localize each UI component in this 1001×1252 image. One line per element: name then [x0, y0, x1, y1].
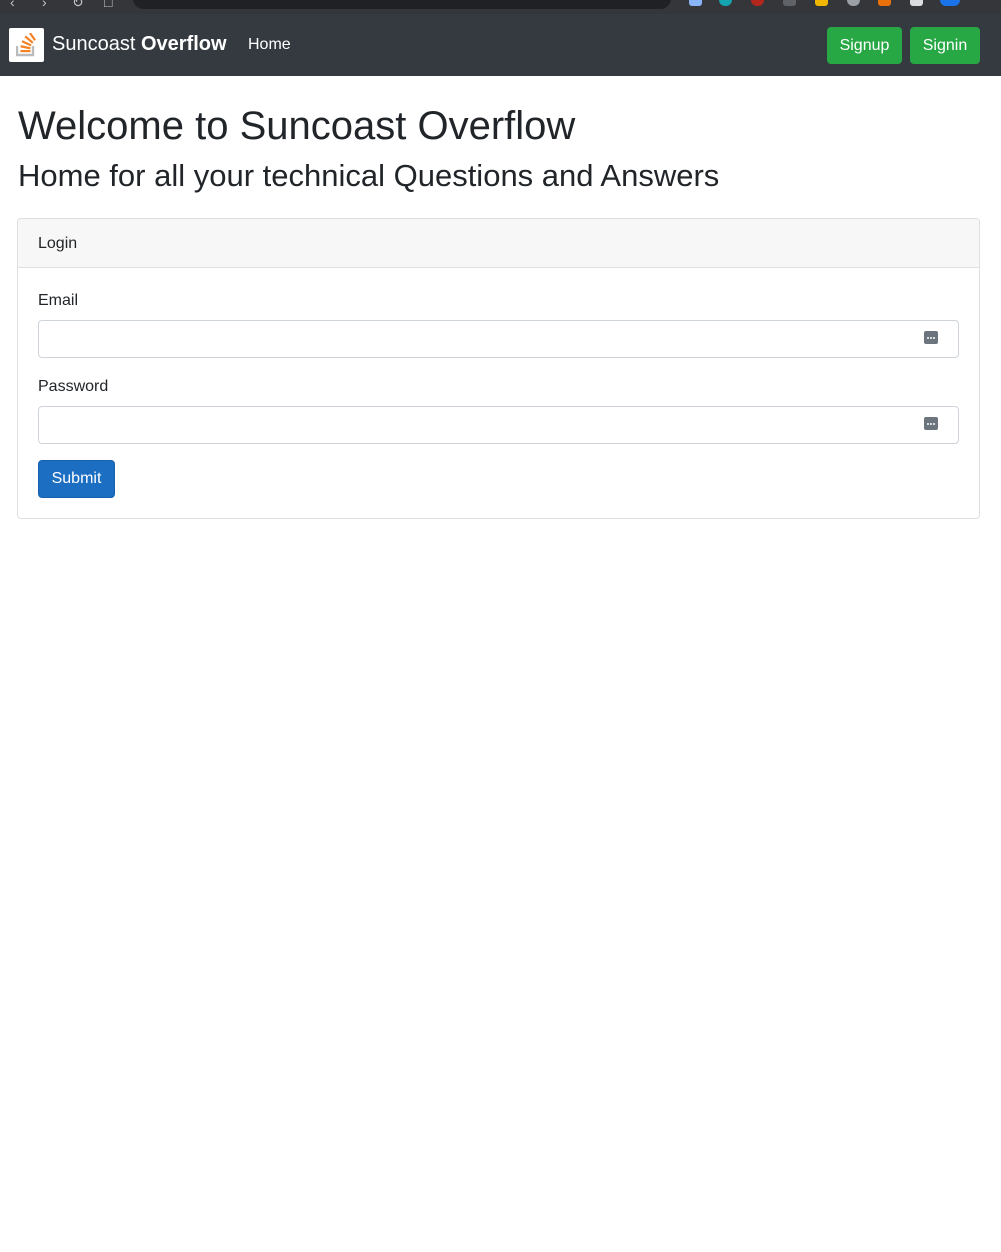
email-label: Email: [38, 292, 79, 309]
address-bar[interactable]: [133, 0, 671, 9]
forward-arrow-icon[interactable]: ›: [42, 0, 47, 10]
signin-button[interactable]: Signin: [910, 27, 980, 64]
login-card: Login Email Password Submit: [17, 218, 980, 519]
email-input[interactable]: [39, 321, 933, 357]
browser-chrome-strip: ‹ › ↻ □: [0, 0, 1001, 14]
extension-icon[interactable]: [815, 0, 828, 6]
password-input[interactable]: [39, 407, 933, 443]
login-card-title: Login: [38, 235, 78, 252]
page-subtitle: Home for all your technical Questions an…: [18, 158, 720, 193]
extension-icon[interactable]: [910, 0, 923, 6]
extension-icon[interactable]: [783, 0, 796, 6]
top-navbar: Suncoast Overflow Home Signup Signin: [0, 14, 1001, 76]
brand-name-bold: Overflow: [140, 33, 227, 55]
password-label: Password: [38, 378, 109, 395]
email-field[interactable]: [38, 320, 959, 358]
password-manager-key-icon[interactable]: [924, 417, 938, 430]
extension-icon[interactable]: [847, 0, 860, 6]
page-title: Welcome to Suncoast Overflow: [18, 104, 576, 148]
password-manager-key-icon[interactable]: [924, 331, 938, 344]
password-field[interactable]: [38, 406, 959, 444]
signup-button[interactable]: Signup: [827, 27, 902, 64]
nav-link-home[interactable]: Home: [248, 35, 291, 55]
brand-name-regular: Suncoast: [52, 33, 136, 55]
extension-icon[interactable]: [878, 0, 891, 6]
extension-icon[interactable]: [719, 0, 732, 6]
extension-icon[interactable]: [751, 0, 764, 6]
extension-icon[interactable]: [689, 0, 702, 6]
reload-icon[interactable]: ↻: [72, 0, 84, 11]
login-card-header: Login: [18, 219, 979, 268]
brand-name[interactable]: Suncoast Overflow: [52, 31, 227, 57]
submit-button[interactable]: Submit: [38, 460, 115, 498]
profile-avatar-icon[interactable]: [940, 0, 960, 6]
stack-overflow-logo-icon[interactable]: [9, 28, 44, 62]
back-arrow-icon[interactable]: ‹: [10, 0, 15, 10]
page-icon: □: [104, 0, 113, 10]
